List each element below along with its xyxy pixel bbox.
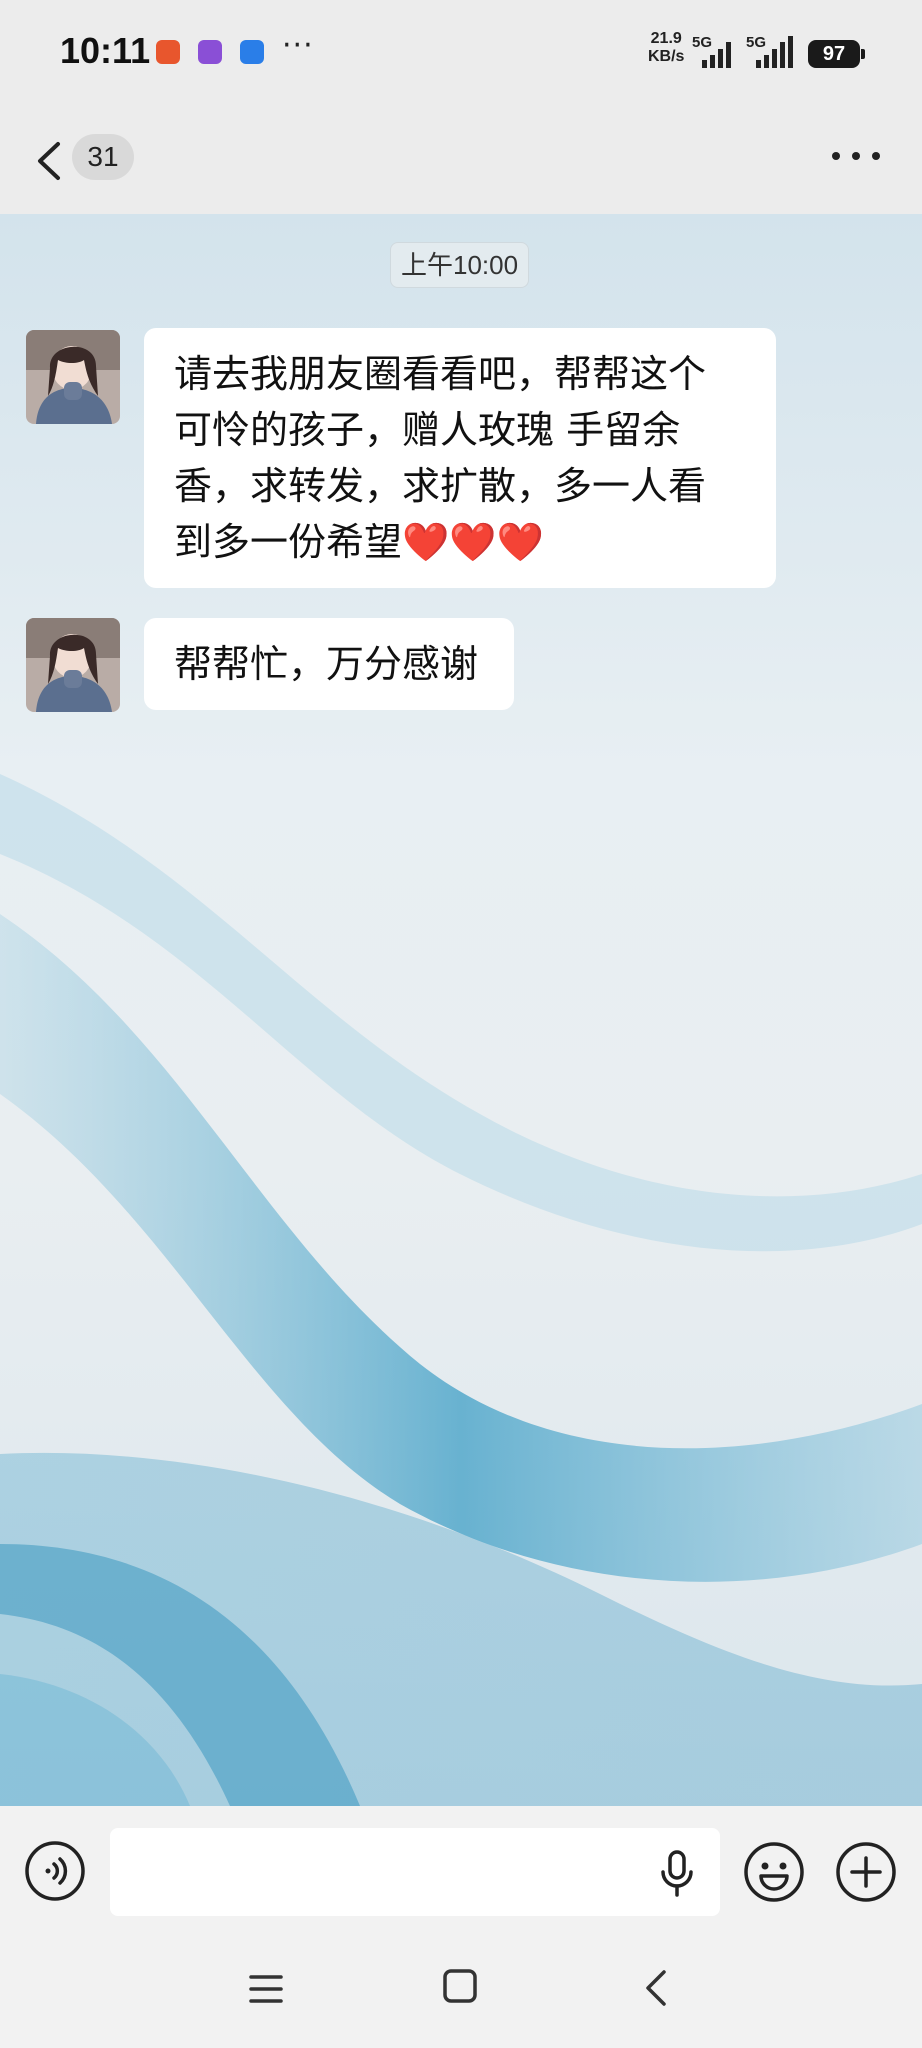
network-speed-unit: KB/s [648, 48, 685, 65]
message-input-bar [0, 1806, 922, 1934]
chevron-left-icon[interactable] [34, 140, 64, 182]
more-horizontal-icon[interactable] [828, 152, 884, 166]
message-text-input[interactable] [110, 1828, 720, 1916]
system-navigation-bar [0, 1934, 922, 2048]
chat-header [0, 110, 922, 288]
contact-avatar[interactable] [26, 618, 120, 712]
app-purple-icon [198, 40, 222, 64]
signal-strength-2: 5G [746, 34, 796, 68]
chat-message-area[interactable]: 上午10:00 请去我朋友圈看看吧，帮帮这个 可怜的孩子，赠人玫瑰 手留余 香，… [0, 214, 922, 1806]
signal-bars-icon [702, 42, 731, 68]
unread-count-badge[interactable]: 31 [72, 134, 134, 180]
message-line: 请去我朋友圈看看吧，帮帮这个 [174, 352, 707, 396]
message-line-text: 到多一份希望 [174, 520, 403, 564]
message-line: 香，求转发，求扩散，多一人看 [174, 464, 707, 508]
status-time: 10:11 [60, 30, 151, 71]
network-speed: 21.9 KB/s [648, 30, 684, 66]
status-more-icon: ··· [282, 28, 314, 63]
heart-emoji-icon: ❤️❤️❤️ [402, 520, 544, 564]
app-notification-icon [156, 40, 180, 64]
avatar-image [26, 330, 120, 424]
status-bar: 10:11 ··· 21.9 KB/s 5G 5G 97 [0, 0, 922, 110]
app-blue-icon [240, 40, 264, 64]
back-chevron-icon[interactable] [644, 1968, 668, 2008]
contact-avatar[interactable] [26, 330, 120, 424]
microphone-icon[interactable] [656, 1850, 698, 1898]
voice-icon[interactable] [24, 1840, 86, 1902]
network-speed-value: 21.9 [650, 30, 682, 47]
message-line: 到多一份希望❤️❤️❤️ [174, 514, 744, 570]
message-bubble[interactable]: 帮帮忙，万分感谢 [144, 618, 514, 710]
message-line: 可怜的孩子，赠人玫瑰 手留余 [174, 408, 681, 452]
signal-bars-icon [756, 36, 793, 68]
emoji-icon[interactable] [742, 1840, 806, 1904]
home-square-icon[interactable] [442, 1968, 478, 2004]
plus-circle-icon[interactable] [834, 1840, 898, 1904]
menu-icon[interactable] [248, 1972, 284, 2006]
avatar-image [26, 618, 120, 712]
battery-indicator: 97 [808, 40, 865, 68]
message-timestamp: 上午10:00 [390, 242, 530, 288]
signal-strength-1: 5G [692, 34, 736, 68]
message-line: 帮帮忙，万分感谢 [174, 642, 479, 686]
message-bubble[interactable]: 请去我朋友圈看看吧，帮帮这个 可怜的孩子，赠人玫瑰 手留余 香，求转发，求扩散，… [144, 328, 776, 588]
